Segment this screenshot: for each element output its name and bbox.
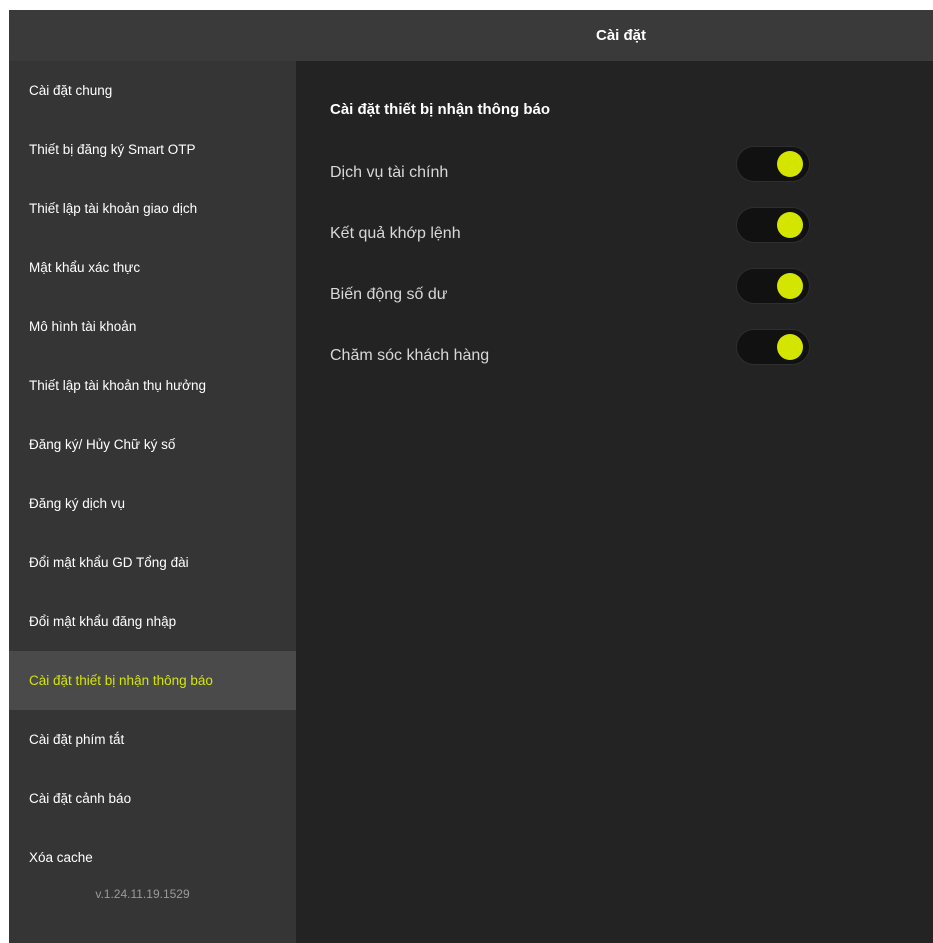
version-label: v.1.24.11.19.1529 bbox=[95, 887, 190, 901]
toggle-label: Dịch vụ tài chính bbox=[330, 164, 449, 181]
settings-content: Cài đặt thiết bị nhận thông báo Dịch vụ … bbox=[296, 61, 933, 943]
title-bar: Cài đặt bbox=[9, 10, 933, 61]
toggle-row-order-match-results: Kết quả khớp lệnh bbox=[330, 205, 810, 245]
sidebar-item-label: Cài đặt thiết bị nhận thông báo bbox=[29, 673, 213, 688]
balance-changes-toggle[interactable] bbox=[736, 268, 810, 304]
sidebar-item-label: Thiết lập tài khoản thụ hưởng bbox=[29, 378, 207, 393]
toggle-label: Biến động số dư bbox=[330, 286, 448, 303]
sidebar-item-label: Mô hình tài khoản bbox=[29, 319, 137, 334]
sidebar-item-beneficiary-account-setup[interactable]: Thiết lập tài khoản thụ hưởng bbox=[9, 356, 296, 415]
sidebar-item-auth-password[interactable]: Mật khẩu xác thực bbox=[9, 238, 296, 297]
sidebar-item-label: Thiết bị đăng ký Smart OTP bbox=[29, 142, 196, 157]
sidebar-item-service-registration[interactable]: Đăng ký dịch vụ bbox=[9, 474, 296, 533]
sidebar-item-general-settings[interactable]: Cài đặt chung bbox=[9, 61, 296, 120]
sidebar-item-clear-cache[interactable]: Xóa cache bbox=[9, 828, 296, 887]
sidebar-item-label: Cài đặt chung bbox=[29, 83, 113, 98]
sidebar-item-label: Cài đặt phím tắt bbox=[29, 732, 125, 747]
sidebar-item-notification-devices[interactable]: Cài đặt thiết bị nhận thông báo bbox=[9, 651, 296, 710]
toggle-label: Chăm sóc khách hàng bbox=[330, 347, 490, 364]
settings-window: Cài đặt Cài đặt chung Thiết bị đăng ký S… bbox=[9, 10, 933, 943]
window-title: Cài đặt bbox=[595, 27, 646, 44]
financial-services-toggle[interactable] bbox=[736, 146, 810, 182]
order-match-results-toggle[interactable] bbox=[736, 207, 810, 243]
sidebar-item-alert-settings[interactable]: Cài đặt cảnh báo bbox=[9, 769, 296, 828]
toggle-row-balance-changes: Biến động số dư bbox=[330, 266, 810, 306]
sidebar-item-account-model[interactable]: Mô hình tài khoản bbox=[9, 297, 296, 356]
sidebar-item-label: Cài đặt cảnh báo bbox=[29, 791, 132, 806]
toggle-knob bbox=[777, 151, 803, 177]
sidebar-item-label: Đổi mật khẩu GD Tổng đài bbox=[29, 555, 189, 570]
toggle-label: Kết quả khớp lệnh bbox=[330, 225, 461, 242]
sidebar-item-trading-account-setup[interactable]: Thiết lập tài khoản giao dịch bbox=[9, 179, 296, 238]
sidebar-item-digital-signature[interactable]: Đăng ký/ Hủy Chữ ký số bbox=[9, 415, 296, 474]
section-title: Cài đặt thiết bị nhận thông báo bbox=[330, 101, 550, 118]
toggle-row-customer-care: Chăm sóc khách hàng bbox=[330, 327, 810, 367]
toggle-knob bbox=[777, 273, 803, 299]
toggle-knob bbox=[777, 334, 803, 360]
customer-care-toggle[interactable] bbox=[736, 329, 810, 365]
settings-sidebar: Cài đặt chung Thiết bị đăng ký Smart OTP… bbox=[9, 61, 296, 943]
sidebar-item-change-call-center-password[interactable]: Đổi mật khẩu GD Tổng đài bbox=[9, 533, 296, 592]
sidebar-item-label: Thiết lập tài khoản giao dịch bbox=[29, 201, 198, 216]
sidebar-item-shortcut-settings[interactable]: Cài đặt phím tắt bbox=[9, 710, 296, 769]
sidebar-item-smart-otp-devices[interactable]: Thiết bị đăng ký Smart OTP bbox=[9, 120, 296, 179]
sidebar-item-label: Mật khẩu xác thực bbox=[29, 260, 141, 275]
sidebar-item-change-login-password[interactable]: Đổi mật khẩu đăng nhập bbox=[9, 592, 296, 651]
sidebar-item-label: Xóa cache bbox=[29, 850, 93, 865]
sidebar-item-label: Đăng ký/ Hủy Chữ ký số bbox=[29, 437, 176, 452]
toggle-knob bbox=[777, 212, 803, 238]
sidebar-item-label: Đăng ký dịch vụ bbox=[29, 496, 126, 511]
sidebar-item-label: Đổi mật khẩu đăng nhập bbox=[29, 614, 177, 629]
toggle-row-financial-services: Dịch vụ tài chính bbox=[330, 144, 810, 184]
